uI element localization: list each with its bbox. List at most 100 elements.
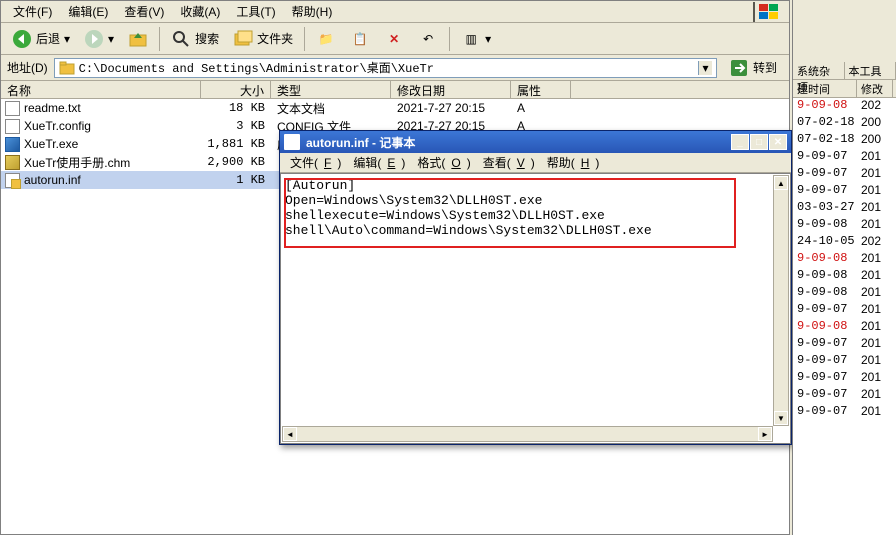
- forward-icon: [84, 29, 104, 49]
- forward-button[interactable]: ▾: [79, 26, 119, 52]
- list-row[interactable]: 07-02-18 ...200: [793, 115, 896, 132]
- back-button[interactable]: 后退 ▾: [7, 26, 75, 52]
- address-dropdown[interactable]: ▾: [698, 61, 712, 75]
- up-button[interactable]: [123, 26, 153, 52]
- tab-tool[interactable]: 本工具: [845, 62, 896, 79]
- notepad-content[interactable]: [Autorun] Open=Windows\System32\DLLH0ST.…: [280, 173, 791, 444]
- scroll-left-icon[interactable]: ◄: [283, 427, 297, 441]
- row-time: 24-10-05 ...: [793, 234, 857, 251]
- col-type[interactable]: 类型: [271, 81, 391, 98]
- col-name[interactable]: 名称: [1, 81, 201, 98]
- col-date[interactable]: 修改日期: [391, 81, 511, 98]
- scroll-right-icon[interactable]: ►: [758, 427, 772, 441]
- row-time: 9-09-07 ...: [793, 370, 857, 387]
- menu-view[interactable]: 查看(V): [116, 1, 172, 22]
- file-icon: [5, 173, 20, 188]
- row-time: 9-09-07 ...: [793, 336, 857, 353]
- folders-label: 文件夹: [257, 30, 293, 47]
- address-field[interactable]: ▾: [54, 58, 717, 78]
- notepad-menubar: 文件(F)编辑(E)格式(O)查看(V)帮助(H): [280, 153, 791, 173]
- scroll-up-icon[interactable]: ▲: [774, 176, 788, 190]
- row-time: 9-09-07 ...: [793, 404, 857, 421]
- row-val: 201: [857, 149, 893, 166]
- rcol-time[interactable]: 建时间: [793, 80, 857, 97]
- row-val: 201: [857, 183, 893, 200]
- horizontal-scrollbar[interactable]: ◄ ►: [282, 426, 773, 442]
- row-time: 9-09-08 ...: [793, 268, 857, 285]
- folder-up-icon: [128, 29, 148, 49]
- search-label: 搜索: [195, 30, 219, 47]
- file-icon: [5, 119, 20, 134]
- file-row[interactable]: readme.txt18 KB文本文档2021-7-27 20:15A: [1, 99, 789, 117]
- notepad-menu-item[interactable]: 文件(F): [284, 153, 347, 172]
- undo-button[interactable]: ↶: [413, 26, 443, 52]
- file-type: 文本文档: [271, 100, 391, 117]
- folders-button[interactable]: 文件夹: [228, 26, 298, 52]
- views-button[interactable]: ▥▾: [456, 26, 496, 52]
- list-row[interactable]: 9-09-08 ...201: [793, 251, 896, 268]
- row-val: 201: [857, 285, 893, 302]
- menu-file[interactable]: 文件(F): [5, 1, 60, 22]
- list-row[interactable]: 9-09-07 ...201: [793, 149, 896, 166]
- menu-fav[interactable]: 收藏(A): [172, 1, 228, 22]
- close-button[interactable]: ✕: [769, 134, 787, 150]
- move-to-button[interactable]: 📁: [311, 26, 341, 52]
- list-row[interactable]: 9-09-08 ...201: [793, 268, 896, 285]
- row-time: 9-09-08 ...: [793, 251, 857, 268]
- notepad-menu-item[interactable]: 编辑(E): [347, 153, 411, 172]
- right-tabs: 系统杂项 本工具: [793, 62, 896, 80]
- list-row[interactable]: 9-09-07 ...201: [793, 404, 896, 421]
- notepad-menu-item[interactable]: 格式(O): [411, 153, 476, 172]
- row-time: 9-09-08 ...: [793, 98, 857, 115]
- delete-button[interactable]: ✕: [379, 26, 409, 52]
- row-val: 201: [857, 166, 893, 183]
- row-time: 9-09-07 ...: [793, 387, 857, 404]
- notepad-text[interactable]: [Autorun] Open=Windows\System32\DLLH0ST.…: [281, 174, 790, 242]
- row-time: 9-09-08 ...: [793, 285, 857, 302]
- notepad-window[interactable]: autorun.inf - 记事本 _ □ ✕ 文件(F)编辑(E)格式(O)查…: [279, 130, 792, 445]
- list-row[interactable]: 9-09-08 ...201: [793, 285, 896, 302]
- scroll-down-icon[interactable]: ▼: [774, 411, 788, 425]
- menu-help[interactable]: 帮助(H): [284, 1, 341, 22]
- address-input[interactable]: [79, 61, 698, 75]
- menu-edit[interactable]: 编辑(E): [60, 1, 116, 22]
- file-icon: [5, 101, 20, 116]
- copy-to-button[interactable]: 📋: [345, 26, 375, 52]
- search-button[interactable]: 搜索: [166, 26, 224, 52]
- file-size: 18 KB: [201, 101, 271, 115]
- vertical-scrollbar[interactable]: ▲ ▼: [773, 175, 789, 426]
- list-row[interactable]: 9-09-07 ...201: [793, 302, 896, 319]
- explorer-menubar: 文件(F) 编辑(E) 查看(V) 收藏(A) 工具(T) 帮助(H): [1, 1, 789, 23]
- delete-icon: ✕: [384, 29, 404, 49]
- file-size: 1 KB: [201, 173, 271, 187]
- list-row[interactable]: 9-09-08 ...202: [793, 98, 896, 115]
- row-val: 201: [857, 336, 893, 353]
- list-row[interactable]: 07-02-18 ...200: [793, 132, 896, 149]
- file-icon: [5, 137, 20, 152]
- col-attr[interactable]: 属性: [511, 81, 571, 98]
- address-label: 地址(D): [7, 59, 48, 76]
- list-row[interactable]: 9-09-07 ...201: [793, 370, 896, 387]
- file-attr: A: [511, 101, 571, 115]
- file-name: XueTr.exe: [24, 137, 78, 151]
- col-size[interactable]: 大小: [201, 81, 271, 98]
- notepad-menu-item[interactable]: 查看(V): [477, 153, 541, 172]
- notepad-titlebar[interactable]: autorun.inf - 记事本 _ □ ✕: [280, 131, 791, 153]
- list-row[interactable]: 9-09-07 ...201: [793, 387, 896, 404]
- rcol-mod[interactable]: 修改: [857, 80, 893, 97]
- go-button[interactable]: 转到: [723, 56, 783, 80]
- list-row[interactable]: 9-09-07 ...201: [793, 353, 896, 370]
- list-row[interactable]: 24-10-05 ...202: [793, 234, 896, 251]
- list-row[interactable]: 9-09-07 ...201: [793, 183, 896, 200]
- notepad-menu-item[interactable]: 帮助(H): [541, 153, 606, 172]
- list-row[interactable]: 9-09-08 ...201: [793, 319, 896, 336]
- list-row[interactable]: 9-09-08 ...201: [793, 217, 896, 234]
- maximize-button[interactable]: □: [750, 134, 768, 150]
- list-row[interactable]: 9-09-07 ...201: [793, 336, 896, 353]
- list-row[interactable]: 03-03-27 ...201: [793, 200, 896, 217]
- row-val: 201: [857, 268, 893, 285]
- minimize-button[interactable]: _: [731, 134, 749, 150]
- tab-sys[interactable]: 系统杂项: [793, 62, 845, 79]
- list-row[interactable]: 9-09-07 ...201: [793, 166, 896, 183]
- menu-tools[interactable]: 工具(T): [228, 1, 283, 22]
